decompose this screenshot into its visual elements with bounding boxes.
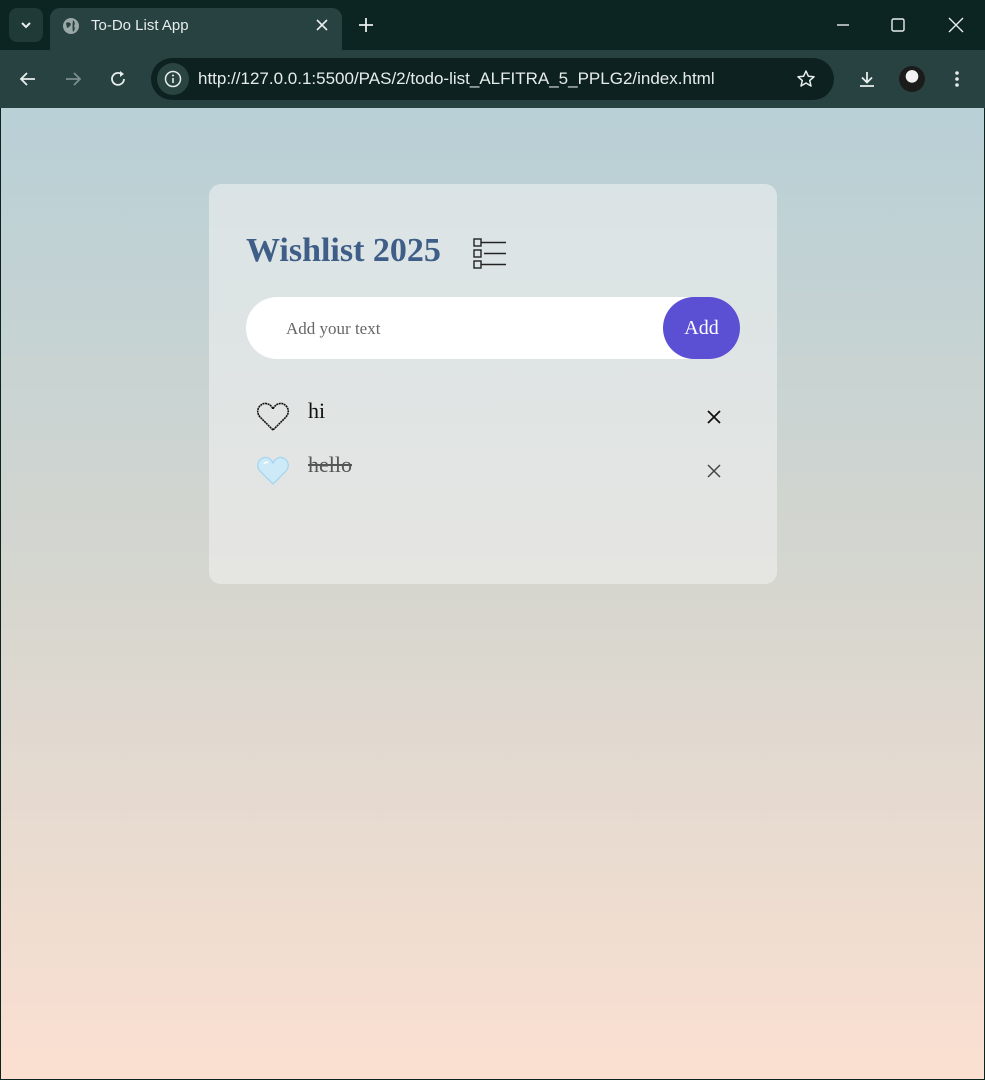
maximize-icon[interactable] (888, 15, 908, 35)
active-tab[interactable]: To-Do List App (50, 8, 342, 50)
close-tab-icon[interactable] (314, 17, 330, 33)
info-icon (164, 70, 182, 88)
url-text: http://127.0.0.1:5500/PAS/2/todo-list_AL… (198, 69, 715, 88)
checklist-icon (473, 238, 506, 269)
download-icon[interactable] (857, 69, 877, 89)
tab-search-button[interactable] (9, 8, 43, 42)
back-icon[interactable] (18, 69, 38, 89)
reload-icon[interactable] (108, 69, 128, 89)
new-tab-icon[interactable] (356, 15, 376, 35)
bookmark-star-icon[interactable] (796, 69, 816, 89)
profile-avatar[interactable] (899, 66, 925, 92)
close-icon[interactable] (705, 462, 723, 480)
app-title: Wishlist 2025 (246, 232, 441, 269)
address-bar[interactable]: http://127.0.0.1:5500/PAS/2/todo-list_AL… (151, 58, 834, 100)
close-icon[interactable] (705, 408, 723, 426)
chevron-down-icon (21, 22, 31, 29)
browser-tab-bar: To-Do List App (0, 0, 985, 50)
menu-dots-icon[interactable] (947, 69, 967, 89)
todo-list: hi hello (246, 389, 740, 497)
todo-item[interactable]: hi (246, 389, 740, 443)
add-todo-form: Add (246, 297, 740, 361)
add-button[interactable]: Add (663, 297, 740, 359)
minimize-icon[interactable] (833, 15, 853, 35)
close-window-icon[interactable] (946, 15, 966, 35)
todo-text: hello (308, 452, 352, 477)
todo-text: hi (308, 398, 326, 423)
site-info-button[interactable] (157, 63, 189, 95)
heart-filled-icon[interactable] (256, 455, 290, 487)
globe-icon (63, 18, 79, 34)
browser-toolbar: http://127.0.0.1:5500/PAS/2/todo-list_AL… (0, 50, 985, 108)
tab-title: To-Do List App (91, 17, 189, 34)
todo-item[interactable]: hello (246, 443, 740, 497)
forward-icon[interactable] (63, 69, 83, 89)
todo-card: Wishlist 2025 Add hi (209, 184, 777, 584)
todo-input[interactable] (284, 297, 658, 361)
heart-outline-icon[interactable] (256, 401, 290, 433)
page-viewport: Wishlist 2025 Add hi (1, 108, 984, 1079)
